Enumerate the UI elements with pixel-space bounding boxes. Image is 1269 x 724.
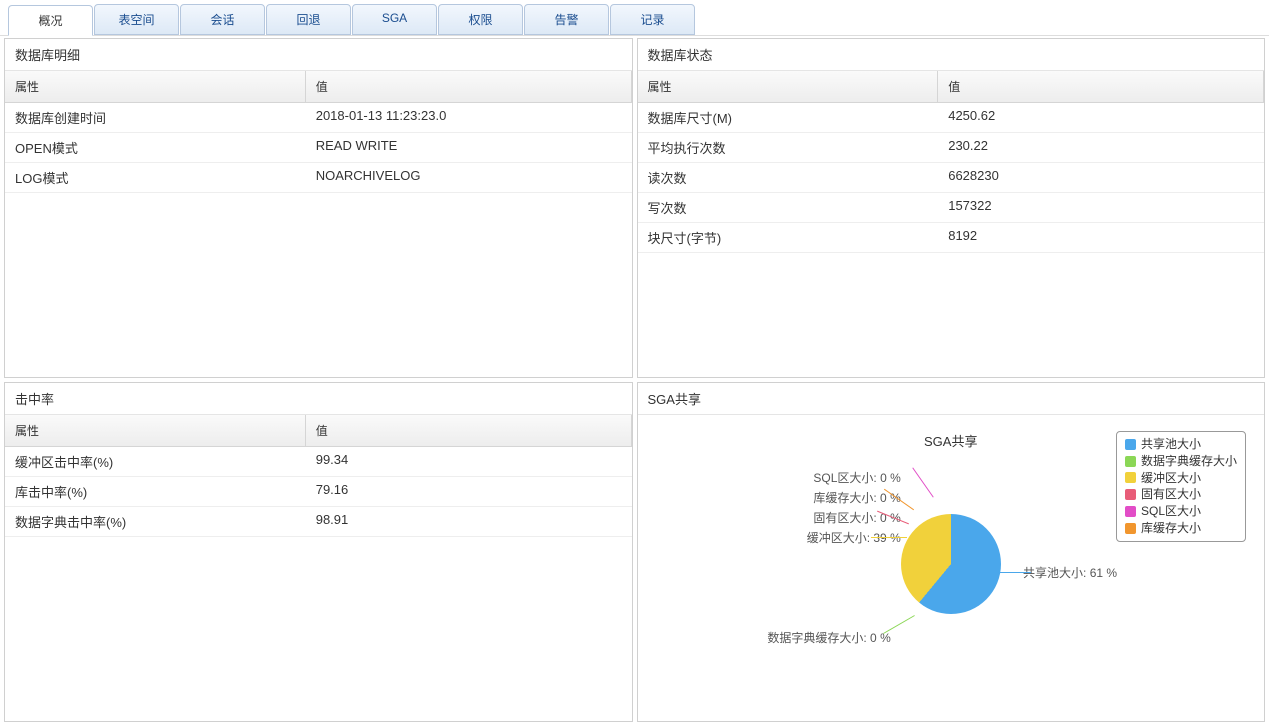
panel-title: 击中率 xyxy=(5,383,632,415)
cell-val: 8192 xyxy=(938,223,1264,252)
pie-chart[interactable]: 共享池大小: 61 % 缓冲区大小: 39 % 固有区大小: 0 % 库缓存大小… xyxy=(650,454,1253,704)
cell-val: 6628230 xyxy=(938,163,1264,192)
tab-log[interactable]: 记录 xyxy=(610,4,695,35)
table-row[interactable]: 平均执行次数230.22 xyxy=(638,133,1265,163)
tab-rollback[interactable]: 回退 xyxy=(266,4,351,35)
slice-label-shared-pool: 共享池大小: 61 % xyxy=(1023,564,1223,581)
chart-area: SGA共享 共享池大小数据字典缓存大小缓冲区大小固有区大小SQL区大小库缓存大小… xyxy=(638,415,1265,721)
tab-overview[interactable]: 概况 xyxy=(8,5,93,36)
cell-val: 99.34 xyxy=(306,447,632,476)
table-row[interactable]: OPEN模式READ WRITE xyxy=(5,133,632,163)
leader-line xyxy=(871,537,907,538)
table-body[interactable]: 缓冲区击中率(%)99.34库击中率(%)79.16数据字典击中率(%)98.9… xyxy=(5,447,632,721)
cell-attr: 平均执行次数 xyxy=(638,133,939,162)
table-row[interactable]: 数据库尺寸(M)4250.62 xyxy=(638,103,1265,133)
col-attr: 属性 xyxy=(638,71,939,102)
slice-label-fixed: 固有区大小: 0 % xyxy=(701,509,901,526)
table-row[interactable]: 读次数6628230 xyxy=(638,163,1265,193)
panel-db-status: 数据库状态 属性 值 数据库尺寸(M)4250.62平均执行次数230.22读次… xyxy=(637,38,1266,378)
tab-alert[interactable]: 告警 xyxy=(524,4,609,35)
cell-val: 79.16 xyxy=(306,477,632,506)
cell-val: 4250.62 xyxy=(938,103,1264,132)
cell-val: 230.22 xyxy=(938,133,1264,162)
legend-item: 共享池大小 xyxy=(1125,436,1237,453)
panel-title: 数据库状态 xyxy=(638,39,1265,71)
cell-attr: 读次数 xyxy=(638,163,939,192)
cell-attr: LOG模式 xyxy=(5,163,306,192)
slice-label-lib-cache: 库缓存大小: 0 % xyxy=(701,489,901,506)
col-val: 值 xyxy=(306,71,632,102)
table-body[interactable]: 数据库尺寸(M)4250.62平均执行次数230.22读次数6628230写次数… xyxy=(638,103,1265,377)
table-header: 属性 值 xyxy=(5,71,632,103)
tab-tablespace[interactable]: 表空间 xyxy=(94,4,179,35)
cell-attr: 写次数 xyxy=(638,193,939,222)
col-val: 值 xyxy=(938,71,1264,102)
legend-label: 共享池大小 xyxy=(1141,436,1201,453)
leader-line xyxy=(999,572,1031,573)
legend-swatch xyxy=(1125,439,1136,450)
table-row[interactable]: 块尺寸(字节)8192 xyxy=(638,223,1265,253)
table-row[interactable]: LOG模式NOARCHIVELOG xyxy=(5,163,632,193)
tab-session[interactable]: 会话 xyxy=(180,4,265,35)
panel-title: SGA共享 xyxy=(638,383,1265,415)
col-val: 值 xyxy=(306,415,632,446)
table-body[interactable]: 数据库创建时间2018-01-13 11:23:23.0OPEN模式READ W… xyxy=(5,103,632,377)
tab-bar: 概况 表空间 会话 回退 SGA 权限 告警 记录 xyxy=(0,0,1269,36)
slice-label-dict-cache: 数据字典缓存大小: 0 % xyxy=(691,629,891,646)
table-row[interactable]: 库击中率(%)79.16 xyxy=(5,477,632,507)
tab-sga[interactable]: SGA xyxy=(352,4,437,35)
leader-line xyxy=(912,467,933,497)
table-row[interactable]: 缓冲区击中率(%)99.34 xyxy=(5,447,632,477)
col-attr: 属性 xyxy=(5,415,306,446)
leader-line xyxy=(883,615,915,634)
panel-hit-rate: 击中率 属性 值 缓冲区击中率(%)99.34库击中率(%)79.16数据字典击… xyxy=(4,382,633,722)
panel-sga-share: SGA共享 SGA共享 共享池大小数据字典缓存大小缓冲区大小固有区大小SQL区大… xyxy=(637,382,1266,722)
pie xyxy=(901,514,1001,614)
cell-attr: 数据字典击中率(%) xyxy=(5,507,306,536)
table-header: 属性 值 xyxy=(5,415,632,447)
panel-title: 数据库明细 xyxy=(5,39,632,71)
table-header: 属性 值 xyxy=(638,71,1265,103)
col-attr: 属性 xyxy=(5,71,306,102)
cell-attr: 数据库创建时间 xyxy=(5,103,306,132)
table-row[interactable]: 数据字典击中率(%)98.91 xyxy=(5,507,632,537)
cell-attr: 数据库尺寸(M) xyxy=(638,103,939,132)
cell-attr: OPEN模式 xyxy=(5,133,306,162)
table-row[interactable]: 写次数157322 xyxy=(638,193,1265,223)
panel-db-detail: 数据库明细 属性 值 数据库创建时间2018-01-13 11:23:23.0O… xyxy=(4,38,633,378)
cell-attr: 库击中率(%) xyxy=(5,477,306,506)
cell-val: 157322 xyxy=(938,193,1264,222)
cell-val: 98.91 xyxy=(306,507,632,536)
cell-attr: 缓冲区击中率(%) xyxy=(5,447,306,476)
cell-attr: 块尺寸(字节) xyxy=(638,223,939,252)
table-row[interactable]: 数据库创建时间2018-01-13 11:23:23.0 xyxy=(5,103,632,133)
cell-val: NOARCHIVELOG xyxy=(306,163,632,192)
tab-permission[interactable]: 权限 xyxy=(438,4,523,35)
cell-val: 2018-01-13 11:23:23.0 xyxy=(306,103,632,132)
cell-val: READ WRITE xyxy=(306,133,632,162)
slice-label-sql: SQL区大小: 0 % xyxy=(701,469,901,486)
